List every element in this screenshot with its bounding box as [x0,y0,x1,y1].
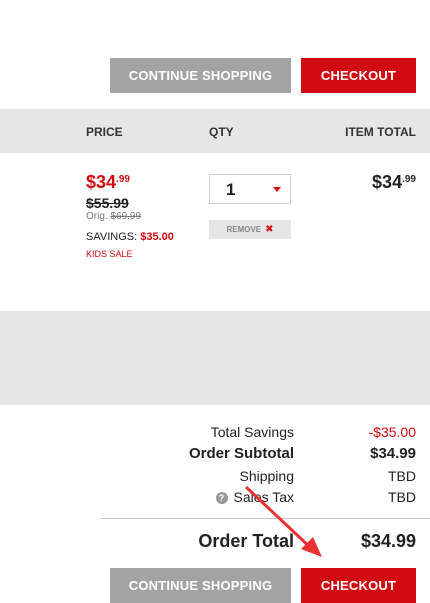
summary-divider [101,518,430,519]
original-price: Orig. $69.99 [86,211,142,222]
checkout-button-bottom[interactable]: CHECKOUT [301,568,416,603]
shipping-label: Shipping [239,468,295,484]
cart-table-header: PRICE QTY ITEM TOTAL [0,109,430,153]
item-savings: SAVINGS: $35.00 [86,231,174,243]
sale-tag: KIDS SALE [86,249,133,259]
checkout-button-top[interactable]: CHECKOUT [301,58,416,93]
was-price: $55.99 [86,195,129,211]
remove-label: REMOVE [226,225,262,234]
remove-button[interactable]: REMOVE ✖ [209,220,291,239]
continue-shopping-button-bottom[interactable]: CONTINUE SHOPPING [110,568,291,603]
order-total-label: Order Total [198,531,294,551]
item-total: $34.99 [372,172,416,192]
order-total-value: $34.99 [360,531,416,551]
order-subtotal-value: $34.99 [370,445,416,462]
price-header: PRICE [86,125,123,139]
shipping-value: TBD [388,468,416,484]
sales-tax-row: ? Sales Tax [215,489,294,505]
gray-panel [0,311,430,405]
continue-shopping-button-top[interactable]: CONTINUE SHOPPING [110,58,291,93]
caret-down-icon [273,187,281,192]
sales-tax-value: TBD [388,489,416,505]
question-circle-icon[interactable]: ? [215,492,228,505]
sales-tax-label: Sales Tax [233,489,294,505]
total-savings-value: -$35.00 [368,424,416,440]
item-total-header: ITEM TOTAL [345,125,416,139]
total-savings-label: Total Savings [210,424,294,440]
qty-header: QTY [209,125,234,139]
quantity-value: 1 [226,180,236,199]
close-icon: ✖ [265,224,274,235]
sale-price: $34.99 [86,172,130,192]
order-subtotal-label: Order Subtotal [188,445,294,462]
quantity-select[interactable]: 1 [209,174,291,204]
